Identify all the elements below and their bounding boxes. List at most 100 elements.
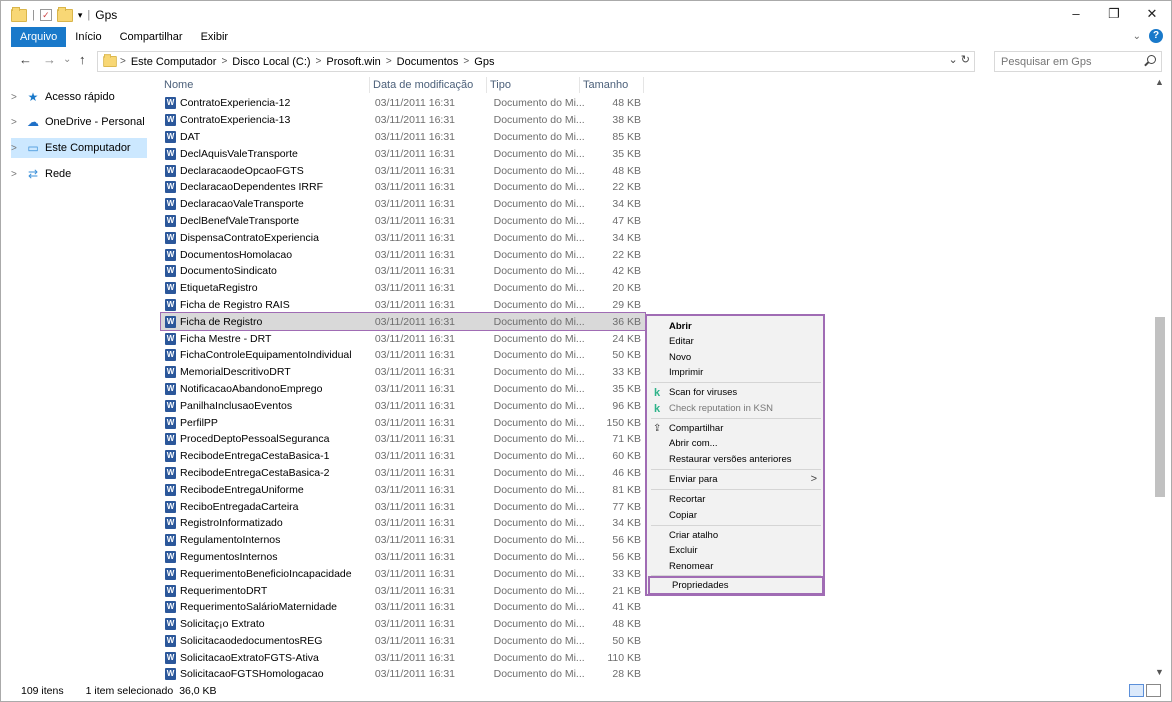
customize-toolbar-icon[interactable]: ▾ xyxy=(78,10,83,21)
file-row[interactable]: W RegistroInformatizado 03/11/2011 16:31 Do… xyxy=(161,515,645,532)
file-row[interactable]: W DeclaracaoDependentes IRRF 03/11/2011 16… xyxy=(161,179,645,196)
file-name-cell[interactable]: W ReciboEntregadaCarteira xyxy=(161,500,371,513)
file-name-cell[interactable]: W RequerimentoSalárioMaternidade xyxy=(161,601,371,614)
file-row[interactable]: W DeclaracaoValeTransporte 03/11/2011 16:3… xyxy=(161,196,645,213)
new-folder-icon[interactable] xyxy=(56,6,73,22)
file-name-cell[interactable]: W DeclAquisValeTransporte xyxy=(161,147,371,160)
file-row[interactable]: W RequerimentoSalárioMaternidade 03/11/201… xyxy=(161,599,645,616)
tab-compartilhar[interactable]: Compartilhar xyxy=(111,27,192,47)
file-row[interactable]: W FichaControleEquipamentoIndividual 03/11… xyxy=(161,347,645,364)
file-name-cell[interactable]: W Ficha de Registro RAIS xyxy=(161,298,371,311)
expand-arrow-icon[interactable]: > xyxy=(11,117,25,128)
file-name-cell[interactable]: W DAT xyxy=(161,130,371,143)
file-name-cell[interactable]: W PerfilPP xyxy=(161,416,371,429)
file-name-cell[interactable]: W RegulamentoInternos xyxy=(161,534,371,547)
file-name-cell[interactable]: W Ficha Mestre - DRT xyxy=(161,332,371,345)
file-row[interactable]: W DocumentoSindicato 03/11/2011 16:31 Docum… xyxy=(161,263,645,280)
file-name-cell[interactable]: W DocumentoSindicato xyxy=(161,265,371,278)
file-name-cell[interactable]: W ProcedDeptoPessoalSeguranca xyxy=(161,433,371,446)
file-row[interactable]: W ContratoExperiencia-13 03/11/2011 16:31 D… xyxy=(161,112,645,129)
search-input[interactable] xyxy=(995,52,1143,71)
close-button[interactable]: ✕ xyxy=(1133,1,1171,27)
file-name-cell[interactable]: W PanilhaInclusaoEventos xyxy=(161,399,371,412)
file-row[interactable]: W RegumentosInternos 03/11/2011 16:31 Docum… xyxy=(161,549,645,566)
forward-arrow-icon[interactable]: → xyxy=(43,52,56,67)
up-arrow-icon[interactable]: ↑ xyxy=(79,52,86,67)
nav-item-onedrive[interactable]: > ☁ OneDrive - Personal xyxy=(11,112,147,132)
properties-check-icon[interactable]: ✓ xyxy=(39,9,52,21)
file-name-cell[interactable]: W FichaControleEquipamentoIndividual xyxy=(161,349,371,362)
menu-item-imprimir[interactable]: Imprimir xyxy=(647,365,823,380)
file-row[interactable]: W DocumentosHomolacao 03/11/2011 16:31 Docu… xyxy=(161,246,645,263)
file-row[interactable]: W Solicitaç¡o Extrato 03/11/2011 16:31 Docu… xyxy=(161,616,645,633)
menu-item-editar[interactable]: Editar xyxy=(647,334,823,349)
large-icons-view-icon[interactable] xyxy=(1146,684,1161,697)
search-icon[interactable] xyxy=(1147,55,1156,64)
maximize-button[interactable]: ❐ xyxy=(1095,1,1133,27)
file-row[interactable]: W MemorialDescritivoDRT 03/11/2011 16:31 Do… xyxy=(161,364,645,381)
file-name-cell[interactable]: W SolicitacaoExtratoFGTS-Ativa xyxy=(161,651,371,664)
file-name-cell[interactable]: W DocumentosHomolacao xyxy=(161,248,371,261)
expand-arrow-icon[interactable]: > xyxy=(11,143,25,154)
file-name-cell[interactable]: W Solicitaç¡o Extrato xyxy=(161,618,371,631)
menu-item-compartilhar[interactable]: ⇪ Compartilhar xyxy=(647,421,823,436)
tab-arquivo[interactable]: Arquivo xyxy=(11,27,67,47)
menu-item-enviar-para[interactable]: Enviar para > xyxy=(647,472,823,487)
file-row[interactable]: W EtiquetaRegistro 03/11/2011 16:31 Documen… xyxy=(161,280,645,297)
file-row[interactable]: W DeclBenefValeTransporte 03/11/2011 16:31… xyxy=(161,213,645,230)
file-name-cell[interactable]: W RecibodeEntregaUniforme xyxy=(161,483,371,496)
tab-inicio[interactable]: Início xyxy=(66,27,110,47)
breadcrumb-documentos[interactable]: Documentos xyxy=(394,56,462,68)
file-name-cell[interactable]: W NotificacaoAbandonoEmprego xyxy=(161,382,371,395)
breadcrumb-gps[interactable]: Gps xyxy=(471,56,497,68)
nav-item-rede[interactable]: > ⇄ Rede xyxy=(11,164,147,184)
menu-item-criar-atalho[interactable]: Criar atalho xyxy=(647,528,823,543)
breadcrumb-prosoft[interactable]: Prosoft.win xyxy=(323,56,383,68)
file-row[interactable]: W DispensaContratoExperiencia 03/11/2011 1… xyxy=(161,229,645,246)
details-view-icon[interactable] xyxy=(1129,684,1144,697)
file-name-cell[interactable]: W SolicitacaoFGTSHomologacao xyxy=(161,668,371,681)
menu-item-renomear[interactable]: Renomear xyxy=(647,559,823,574)
file-name-cell[interactable]: W RecibodeEntregaCestaBasica-2 xyxy=(161,466,371,479)
column-header-date[interactable]: Data de modificação xyxy=(370,77,487,93)
file-row[interactable]: W RequerimentoBeneficioIncapacidade 03/11/… xyxy=(161,565,645,582)
file-name-cell[interactable]: W DeclaracaoDependentes IRRF xyxy=(161,181,371,194)
file-name-cell[interactable]: W ContratoExperiencia-13 xyxy=(161,114,371,127)
file-name-cell[interactable]: W DispensaContratoExperiencia xyxy=(161,231,371,244)
file-row[interactable]: W PanilhaInclusaoEventos 03/11/2011 16:31 D… xyxy=(161,397,645,414)
tab-exibir[interactable]: Exibir xyxy=(192,27,238,47)
menu-item-novo[interactable]: Novo xyxy=(647,350,823,365)
menu-item-recortar[interactable]: Recortar xyxy=(647,492,823,507)
file-name-cell[interactable]: W RequerimentoBeneficioIncapacidade xyxy=(161,567,371,580)
refresh-icon[interactable]: ⌄ ↻ xyxy=(949,53,971,66)
search-box[interactable] xyxy=(994,51,1162,72)
file-row[interactable]: W NotificacaoAbandonoEmprego 03/11/2011 16… xyxy=(161,381,645,398)
menu-item-excluir[interactable]: Excluir xyxy=(647,543,823,558)
file-row[interactable]: W SolicitacaodedocumentosREG 03/11/2011 16… xyxy=(161,633,645,650)
menu-item-scan-viruses[interactable]: k Scan for viruses xyxy=(647,385,823,400)
file-name-cell[interactable]: W DeclaracaodeOpcaoFGTS xyxy=(161,164,371,177)
scroll-up-icon[interactable]: ▲ xyxy=(1155,77,1164,87)
file-row[interactable]: W Ficha de Registro 03/11/2011 16:31 Docume… xyxy=(160,312,646,332)
nav-item-acesso-rapido[interactable]: > ★ Acesso rápido xyxy=(11,87,147,107)
file-row[interactable]: W Ficha Mestre - DRT 03/11/2011 16:31 Docum… xyxy=(161,330,645,347)
file-row[interactable]: W DAT 03/11/2011 16:31 Documento do Mi... 85… xyxy=(161,129,645,146)
file-name-cell[interactable]: W RegistroInformatizado xyxy=(161,517,371,530)
breadcrumb-disco-local[interactable]: Disco Local (C:) xyxy=(229,56,313,68)
file-row[interactable]: W ReciboEntregadaCarteira 03/11/2011 16:31… xyxy=(161,498,645,515)
file-row[interactable]: W RecibodeEntregaUniforme 03/11/2011 16:31… xyxy=(161,481,645,498)
expand-ribbon-icon[interactable]: ⌄ xyxy=(1133,31,1141,42)
menu-item-copiar[interactable]: Copiar xyxy=(647,508,823,523)
file-name-cell[interactable]: W MemorialDescritivoDRT xyxy=(161,366,371,379)
address-bar[interactable]: > Este Computador > Disco Local (C:) > P… xyxy=(97,51,975,72)
scrollbar-thumb[interactable] xyxy=(1155,317,1165,497)
scroll-down-icon[interactable]: ▼ xyxy=(1155,667,1164,677)
menu-item-abrir-com[interactable]: Abrir com... xyxy=(647,436,823,451)
file-row[interactable]: W ContratoExperiencia-12 03/11/2011 16:31 D… xyxy=(161,95,645,112)
column-header-type[interactable]: Tipo xyxy=(487,77,580,93)
expand-arrow-icon[interactable]: > xyxy=(11,92,25,103)
minimize-button[interactable]: – xyxy=(1057,1,1095,27)
column-header-name[interactable]: Nome xyxy=(161,77,370,93)
recent-locations-icon[interactable]: ⌄ xyxy=(63,54,71,65)
file-row[interactable]: W RecibodeEntregaCestaBasica-1 03/11/2011 … xyxy=(161,448,645,465)
